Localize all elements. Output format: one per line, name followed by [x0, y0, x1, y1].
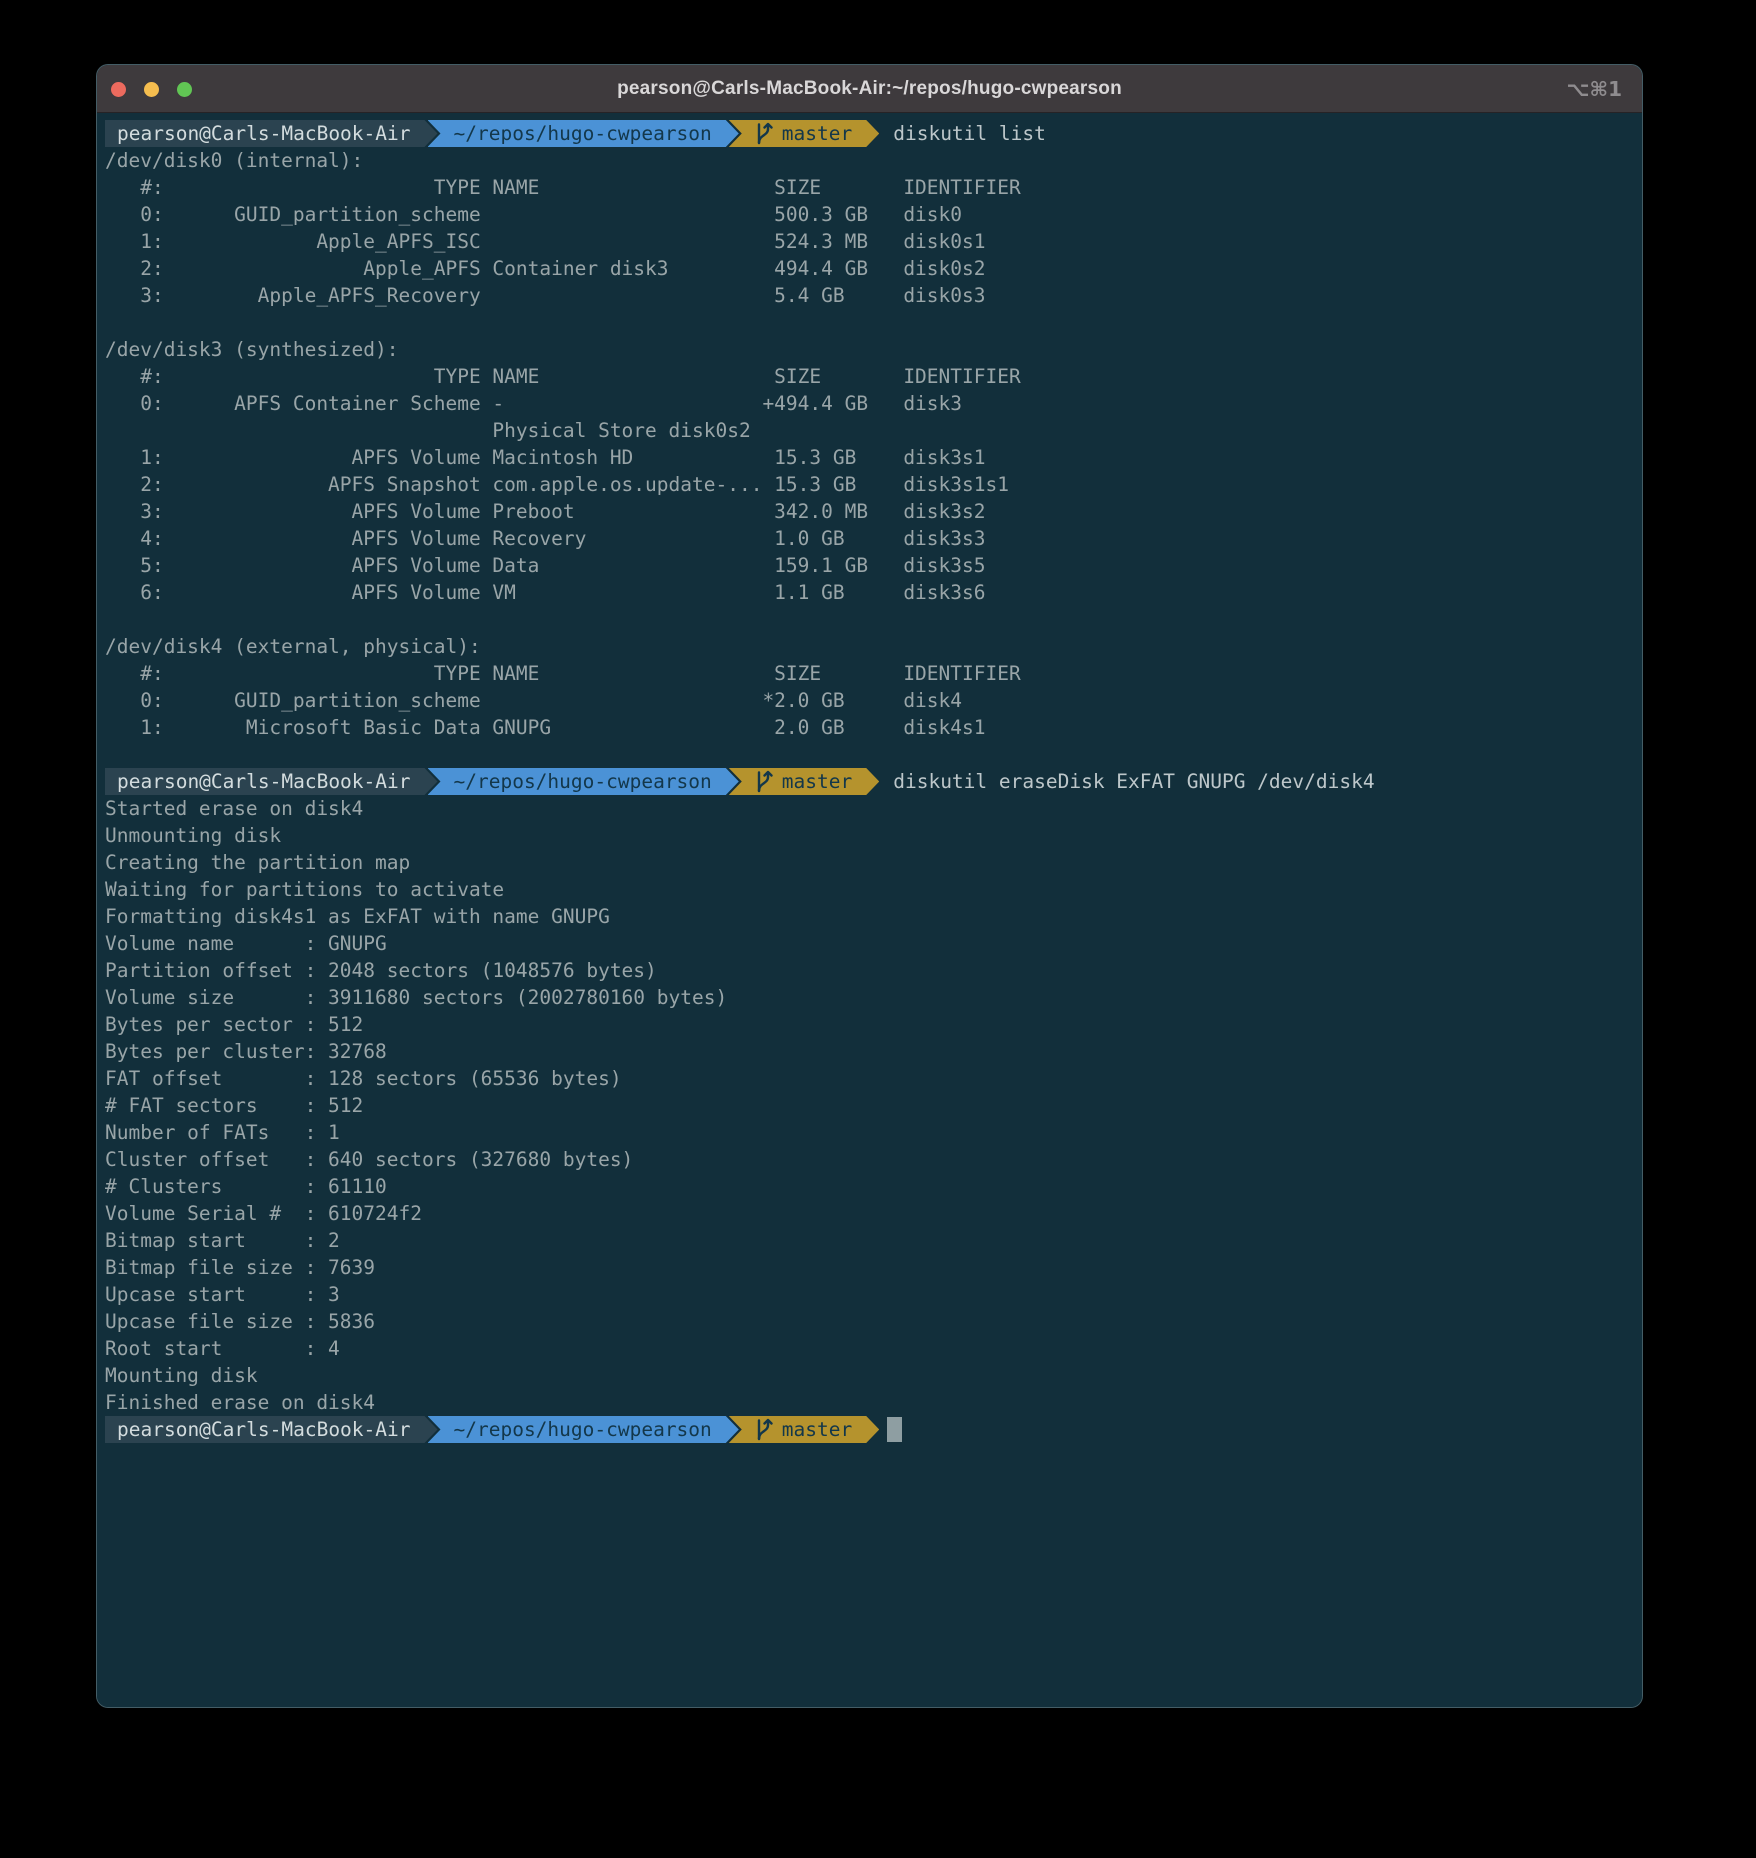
diskutil-list-output: /dev/disk0 (internal): #: TYPE NAME SIZE…	[105, 147, 1634, 741]
window-title-bar[interactable]: pearson@Carls-MacBook-Air:~/repos/hugo-c…	[97, 65, 1642, 113]
command-text-2: diskutil eraseDisk ExFAT GNUPG /dev/disk…	[893, 768, 1374, 795]
terminal-screen[interactable]: pearson@Carls-MacBook-Air ~/repos/hugo-c…	[97, 114, 1642, 1707]
prompt-user-host-segment: pearson@Carls-MacBook-Air	[105, 1416, 438, 1443]
terminal-window: pearson@Carls-MacBook-Air:~/repos/hugo-c…	[96, 64, 1643, 1708]
prompt-line-1: pearson@Carls-MacBook-Air ~/repos/hugo-c…	[105, 120, 1634, 147]
prompt-user-host-segment: pearson@Carls-MacBook-Air	[105, 120, 438, 147]
prompt-line-2: pearson@Carls-MacBook-Air ~/repos/hugo-c…	[105, 768, 1634, 795]
git-branch-label: master	[782, 768, 852, 795]
prompt-git-segment: master	[729, 1416, 879, 1443]
prompt-cwd-segment: ~/repos/hugo-cwpearson	[428, 120, 739, 147]
git-branch-icon	[755, 1418, 773, 1441]
minimize-button[interactable]	[144, 82, 159, 97]
prompt-git-segment: master	[729, 120, 879, 147]
git-branch-icon	[755, 122, 773, 145]
git-branch-icon	[755, 770, 773, 793]
git-branch-label: master	[782, 120, 852, 147]
zoom-button[interactable]	[177, 82, 192, 97]
prompt-cwd-segment: ~/repos/hugo-cwpearson	[428, 768, 739, 795]
prompt-git-segment: master	[729, 768, 879, 795]
prompt-line-current: pearson@Carls-MacBook-Air ~/repos/hugo-c…	[105, 1416, 1634, 1443]
window-title: pearson@Carls-MacBook-Air:~/repos/hugo-c…	[617, 78, 1122, 100]
traffic-lights	[111, 65, 192, 113]
prompt-user-host-segment: pearson@Carls-MacBook-Air	[105, 768, 438, 795]
window-shortcut-badge: ⌥⌘1	[1566, 65, 1622, 113]
close-button[interactable]	[111, 82, 126, 97]
block-cursor	[887, 1417, 902, 1442]
prompt-cwd-segment: ~/repos/hugo-cwpearson	[428, 1416, 739, 1443]
command-text-1: diskutil list	[893, 120, 1046, 147]
git-branch-label: master	[782, 1416, 852, 1443]
erase-disk-output: Started erase on disk4 Unmounting disk C…	[105, 795, 1634, 1416]
